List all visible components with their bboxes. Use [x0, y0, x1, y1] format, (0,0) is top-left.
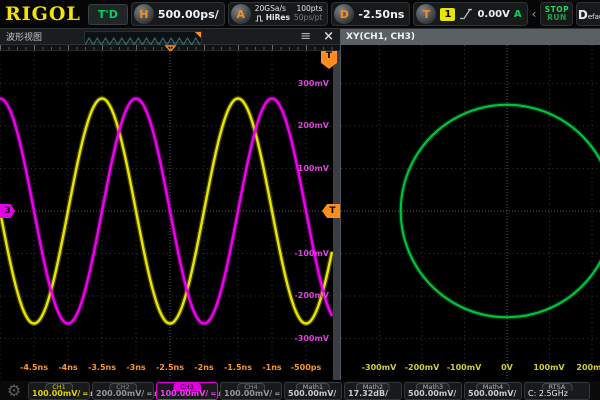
bottom-status-bar: ⚙ CH1 100.00mV/ = Ω CH2 200.00mV/ = Ω CH… [0, 381, 600, 400]
trigger-status-badge[interactable]: T'D [88, 4, 128, 25]
rising-edge-icon [459, 8, 473, 20]
channel-box-ch4[interactable]: CH4 100.00mV/ = [220, 382, 282, 400]
acquire-knob-button[interactable]: A [231, 4, 251, 24]
xy-axis-label: 100mV [525, 363, 573, 372]
y-axis-label: -100mV [294, 249, 329, 258]
waveform-preview-strip[interactable] [84, 31, 202, 43]
channel-box-ch3[interactable]: CH3 100.00mV/ = Ω [156, 382, 218, 400]
trigger-group[interactable]: T 1 0.00V A [413, 2, 527, 26]
coupling-dc-icon: = [146, 390, 152, 398]
default-button[interactable]: Default [576, 2, 600, 26]
rtsa-center-freq: C: 2.5GHz [528, 389, 568, 398]
close-icon[interactable]: × [323, 32, 334, 42]
xy-view-title: XY(CH1, CH3) [346, 32, 415, 42]
xy-view-header[interactable]: XY(CH1, CH3) [341, 29, 600, 45]
xy-view-panel: XY(CH1, CH3) -300mV -200mV -100mV 0V 100… [341, 29, 600, 380]
channel-scale: 200.00mV/ [96, 389, 144, 398]
preview-position-marker [195, 32, 201, 38]
channel-scale: 100.00mV/ [224, 389, 272, 398]
waveform-grid[interactable]: 300mV 200mV 100mV -100mV -200mV -300mV -… [0, 51, 340, 380]
y-axis-label: -200mV [294, 291, 329, 300]
channel-box-ch2[interactable]: CH2 200.00mV/ = Ω [92, 382, 154, 400]
xy-axis-label: -300mV [355, 363, 403, 372]
trigger-level-value: 0.00V [477, 9, 509, 20]
menu-icon[interactable]: ≡ [300, 32, 311, 42]
math4-box[interactable]: Math4 500.00mV/ [464, 382, 522, 400]
horizontal-group[interactable]: H 500.00ps/ [131, 2, 225, 26]
waveform-preview-zigzag [85, 38, 200, 45]
y-axis-label: 300mV [298, 79, 329, 88]
rtsa-box[interactable]: RTSA C: 2.5GHz [524, 382, 590, 400]
trigger-sweep-mode: A [514, 9, 522, 20]
xy-axis-label: -100mV [440, 363, 488, 372]
y-axis-label: -300mV [294, 334, 329, 343]
timebase-scale: 500.00ps/ [158, 8, 219, 21]
display-area: 波形视图 ≡ × 300mV 200mV [0, 28, 600, 380]
run-stop-button[interactable]: STOP RUN [540, 2, 573, 26]
waveform-view-panel: 波形视图 ≡ × 300mV 200mV [0, 29, 341, 380]
coupling-dc-icon: = [274, 390, 280, 398]
hires-pulse-icon [255, 15, 264, 22]
waveform-view-header: 波形视图 ≡ × [0, 29, 340, 45]
trigger-knob-button[interactable]: T [416, 4, 436, 24]
top-toolbar: RIGOL T'D H 500.00ps/ A 20GSa/s HiRes 10… [0, 0, 600, 28]
xy-axis-label: -200mV [398, 363, 446, 372]
horizontal-knob-button[interactable]: H [134, 4, 154, 24]
acquire-mode: HiRes [266, 14, 290, 23]
channel-scale: 100.00mV/ [32, 389, 80, 398]
xy-grid[interactable]: -300mV -200mV -100mV 0V 100mV 200mV [341, 45, 600, 380]
settings-gear-icon[interactable]: ⚙ [2, 381, 26, 400]
channel-box-ch1[interactable]: CH1 100.00mV/ = Ω [28, 382, 90, 400]
math2-box[interactable]: Math2 17.32dB/ [344, 382, 402, 400]
x-axis-label: -500ps [282, 363, 330, 372]
delay-knob-button[interactable]: D [334, 4, 354, 24]
channel-scale: 100.00mV/ [160, 389, 208, 398]
collapse-arrow-icon[interactable]: ‹ [531, 7, 538, 21]
math1-box[interactable]: Math1 500.00mV/ [284, 382, 342, 400]
math3-box[interactable]: Math3 500.00mV/ [404, 382, 462, 400]
math-scale: 17.32dB/ [348, 389, 388, 398]
math-scale: 500.00mV/ [288, 389, 336, 398]
math-scale: 500.00mV/ [408, 389, 456, 398]
acquisition-group[interactable]: A 20GSa/s HiRes 100pts 50ps/pt [228, 2, 329, 26]
sample-resolution: 50ps/pt [294, 14, 322, 23]
waveform-view-title: 波形视图 [6, 30, 42, 43]
xy-axis-label: 200mV [568, 363, 600, 372]
delay-group[interactable]: D -2.50ns [331, 2, 410, 26]
xy-gridlines [341, 45, 600, 380]
rigol-logo: RIGOL [5, 3, 81, 25]
trigger-source-badge[interactable]: 1 [440, 8, 455, 21]
trigger-delay-value: -2.50ns [358, 8, 404, 21]
xy-axis-label: 0V [483, 363, 531, 372]
y-axis-label: 100mV [298, 164, 329, 173]
math-scale: 500.00mV/ [468, 389, 516, 398]
coupling-dc-icon: = [210, 390, 216, 398]
coupling-dc-icon: = [82, 390, 88, 398]
y-axis-label: 200mV [298, 121, 329, 130]
